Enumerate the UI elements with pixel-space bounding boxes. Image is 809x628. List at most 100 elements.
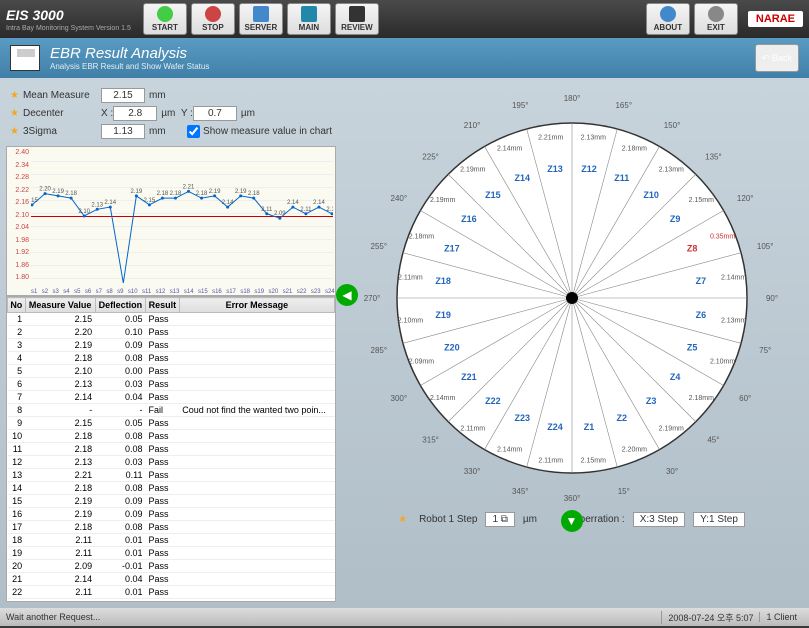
svg-text:Z14: Z14 <box>514 173 530 183</box>
status-client: 1 Client <box>759 612 803 622</box>
svg-text:2.18: 2.18 <box>248 191 260 197</box>
table-row[interactable]: 42.180.08Pass <box>8 352 335 365</box>
robot-step-input[interactable]: 1 ⧉ <box>485 512 514 527</box>
aberration-y: Y:1 Step <box>693 512 745 527</box>
sigma-value: 1.13 <box>101 124 145 139</box>
svg-text:180°: 180° <box>563 94 580 103</box>
svg-text:Z7: Z7 <box>695 276 706 286</box>
show-value-checkbox[interactable] <box>187 125 200 138</box>
star-icon: ★ <box>10 126 19 137</box>
table-row[interactable]: 8--FailCoud not find the wanted two poin… <box>8 404 335 417</box>
svg-text:2.14mm: 2.14mm <box>430 395 455 402</box>
svg-text:2.14mm: 2.14mm <box>496 145 521 152</box>
svg-text:2.14: 2.14 <box>287 200 299 206</box>
svg-text:2.19mm: 2.19mm <box>430 197 455 204</box>
svg-text:2.11mm: 2.11mm <box>398 275 423 282</box>
svg-text:315°: 315° <box>422 435 439 444</box>
svg-text:2.18: 2.18 <box>65 191 77 197</box>
svg-text:30°: 30° <box>665 467 677 476</box>
column-header[interactable]: Result <box>146 298 180 313</box>
left-panel: ★ Mean Measure 2.15 mm ★ Decenter X : 2.… <box>6 84 336 602</box>
right-panel: ◀ 180°165°150°135°120°105°90°75°60°45°30… <box>340 84 803 602</box>
exit-button[interactable]: EXIT <box>694 3 738 35</box>
stop-button[interactable]: STOP <box>191 3 235 35</box>
table-row[interactable]: 102.180.08Pass <box>8 430 335 443</box>
disk-icon <box>10 45 40 71</box>
svg-text:2.20: 2.20 <box>39 187 51 193</box>
table-row[interactable]: 92.150.05Pass <box>8 417 335 430</box>
table-row[interactable]: 192.110.01Pass <box>8 547 335 560</box>
decenter-y-value: 0.7 <box>193 106 237 121</box>
table-row[interactable]: 232.140.04Pass <box>8 599 335 603</box>
svg-text:2.11mm: 2.11mm <box>460 425 485 432</box>
svg-text:Z1: Z1 <box>583 422 594 432</box>
column-header[interactable]: No <box>8 298 26 313</box>
svg-text:2.11: 2.11 <box>300 207 312 213</box>
svg-text:75°: 75° <box>759 346 771 355</box>
svg-text:2.14: 2.14 <box>104 200 116 206</box>
svg-text:2.14: 2.14 <box>222 200 234 206</box>
table-row[interactable]: 112.180.08Pass <box>8 443 335 456</box>
content-area: ★ Mean Measure 2.15 mm ★ Decenter X : 2.… <box>0 78 809 608</box>
column-header[interactable]: Deflection <box>95 298 145 313</box>
status-message: Wait another Request... <box>6 612 100 622</box>
svg-text:Z17: Z17 <box>444 243 460 253</box>
page-header: EBR Result Analysis Analysis EBR Result … <box>0 38 809 78</box>
svg-text:Z19: Z19 <box>435 310 451 320</box>
svg-text:2.20mm: 2.20mm <box>621 447 646 454</box>
table-row[interactable]: 122.130.03Pass <box>8 456 335 469</box>
table-row[interactable]: 52.100.00Pass <box>8 365 335 378</box>
svg-text:2.13: 2.13 <box>91 202 103 208</box>
table-row[interactable]: 142.180.08Pass <box>8 482 335 495</box>
svg-text:2.09: 2.09 <box>274 211 286 217</box>
svg-text:2.15mm: 2.15mm <box>580 458 605 465</box>
svg-text:2.14: 2.14 <box>313 200 325 206</box>
table-row[interactable]: 72.140.04Pass <box>8 391 335 404</box>
table-row[interactable]: 62.130.03Pass <box>8 378 335 391</box>
svg-text:Z2: Z2 <box>616 413 627 423</box>
svg-text:2.19: 2.19 <box>209 189 221 195</box>
svg-text:2.18mm: 2.18mm <box>408 234 433 241</box>
svg-text:Z20: Z20 <box>444 343 460 353</box>
column-header[interactable]: Measure Value <box>25 298 95 313</box>
svg-text:2.10: 2.10 <box>78 209 90 215</box>
table-row[interactable]: 22.200.10Pass <box>8 326 335 339</box>
table-row[interactable]: 222.110.01Pass <box>8 586 335 599</box>
svg-text:2.13mm: 2.13mm <box>580 134 605 141</box>
svg-text:2.14mm: 2.14mm <box>496 447 521 454</box>
svg-text:240°: 240° <box>390 194 407 203</box>
svg-text:Z3: Z3 <box>645 396 656 406</box>
table-row[interactable]: 12.150.05Pass <box>8 313 335 326</box>
svg-text:165°: 165° <box>615 101 632 110</box>
table-row[interactable]: 182.110.01Pass <box>8 534 335 547</box>
start-button[interactable]: START <box>143 3 187 35</box>
table-row[interactable]: 32.190.09Pass <box>8 339 335 352</box>
table-row[interactable]: 152.190.09Pass <box>8 495 335 508</box>
table-row[interactable]: 162.190.09Pass <box>8 508 335 521</box>
prev-arrow-button[interactable]: ◀ <box>336 284 358 306</box>
svg-text:2.19mm: 2.19mm <box>658 425 683 432</box>
svg-text:2.21mm: 2.21mm <box>538 134 563 141</box>
table-row[interactable]: 132.210.11Pass <box>8 469 335 482</box>
svg-text:0.35mm: 0.35mm <box>709 234 734 241</box>
svg-text:2.19: 2.19 <box>131 189 143 195</box>
review-button[interactable]: REVIEW <box>335 3 379 35</box>
mean-measure-value: 2.15 <box>101 88 145 103</box>
server-button[interactable]: SERVER <box>239 3 283 35</box>
table-row[interactable]: 212.140.04Pass <box>8 573 335 586</box>
svg-text:2.19mm: 2.19mm <box>460 167 485 174</box>
main-button[interactable]: MAIN <box>287 3 331 35</box>
table-row[interactable]: 202.09-0.01Pass <box>8 560 335 573</box>
svg-text:90°: 90° <box>765 294 777 303</box>
column-header[interactable]: Error Message <box>179 298 334 313</box>
svg-text:2.09mm: 2.09mm <box>408 358 433 365</box>
back-button[interactable]: ↶ Back <box>755 44 799 72</box>
next-arrow-button[interactable]: ▼ <box>561 510 583 532</box>
svg-text:Z4: Z4 <box>669 372 680 382</box>
table-row[interactable]: 172.180.08Pass <box>8 521 335 534</box>
svg-text:345°: 345° <box>511 487 528 496</box>
star-icon: ★ <box>10 90 19 101</box>
results-table[interactable]: NoMeasure ValueDeflectionResultError Mes… <box>6 296 336 602</box>
about-button[interactable]: ABOUT <box>646 3 690 35</box>
svg-text:2.15: 2.15 <box>31 198 38 204</box>
